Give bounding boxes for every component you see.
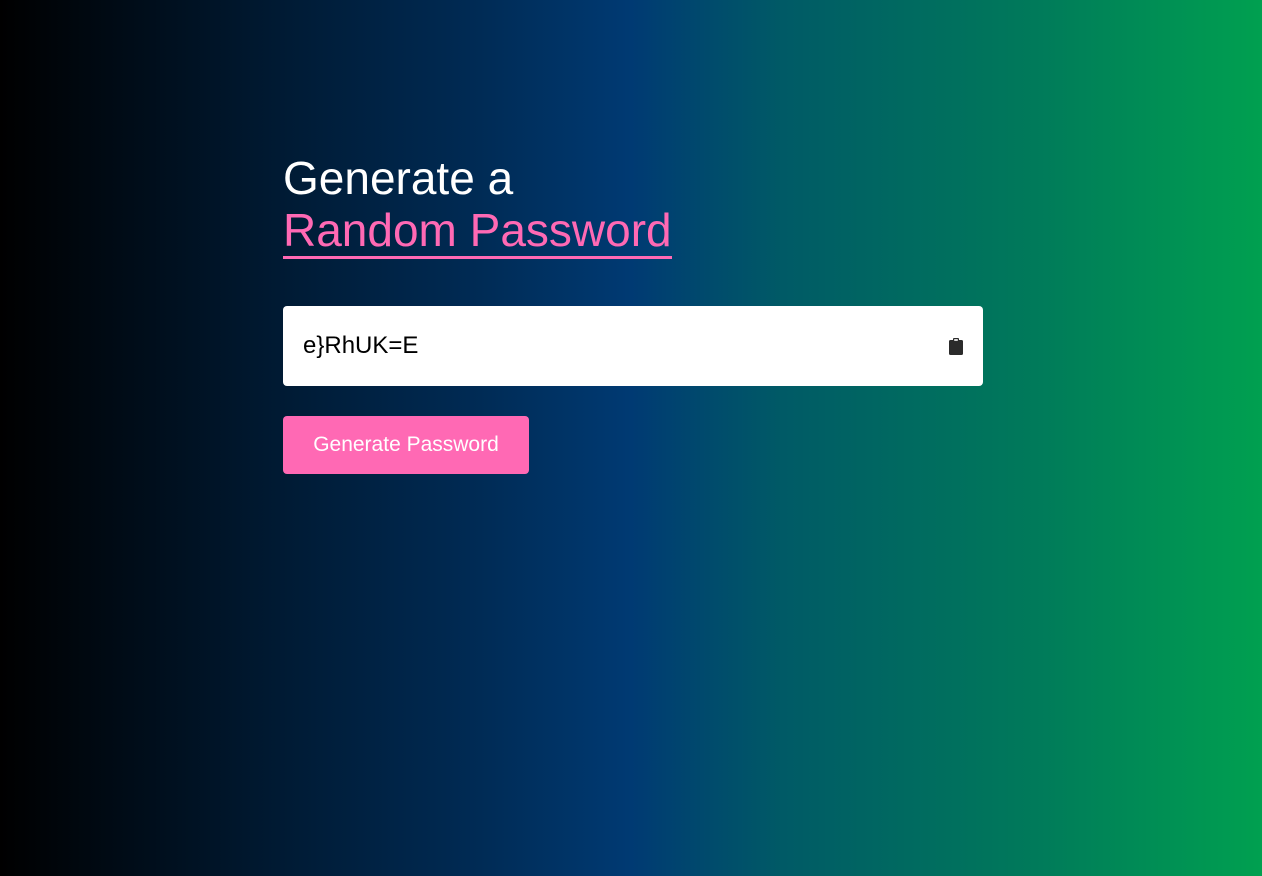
clipboard-icon[interactable] [947, 336, 965, 356]
generate-password-button[interactable]: Generate Password [283, 416, 529, 474]
password-display-field: e}RhUK=E [283, 306, 983, 386]
password-generator: Generate a Random Password e}RhUK=E Gene… [283, 152, 983, 474]
password-value[interactable]: e}RhUK=E [303, 332, 947, 360]
page-title-line1: Generate a [283, 152, 514, 204]
page-title-line2: Random Password [283, 204, 672, 259]
